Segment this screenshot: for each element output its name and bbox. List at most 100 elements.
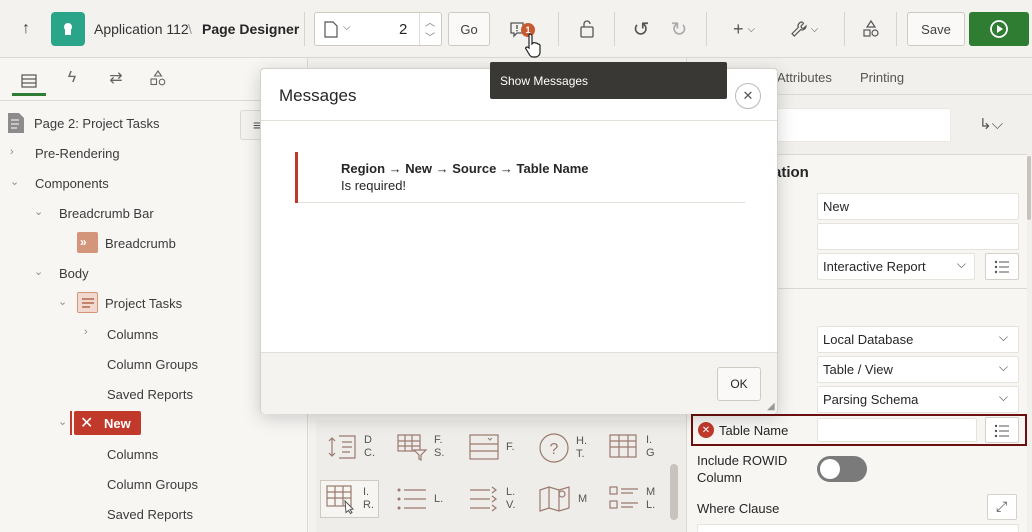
chevron-right-icon[interactable]: › [84,326,88,338]
dialog-body: Region → New → Source → Table Name Is re… [261,122,777,352]
gallery-scrollbar[interactable] [670,464,678,520]
tree-node-saved-reports[interactable]: Saved Reports [107,387,193,402]
utilities-menu-button[interactable]: ⌵ [784,16,824,42]
tree-node-saved-reports[interactable]: Saved Reports [107,507,193,522]
faceted-search-icon [397,434,428,461]
gallery-item[interactable]: F. [468,432,515,462]
toggle-knob [820,459,840,479]
location-select[interactable]: Local Database ⌵ [817,326,1019,353]
tree-node-pre-rendering[interactable]: Pre-Rendering [35,146,120,161]
toolbar-divider [614,12,615,46]
gallery-label: G [646,447,655,459]
tab-rendering[interactable] [12,66,46,96]
code-editor-button[interactable]: ⤢ [987,494,1017,520]
ok-button[interactable]: OK [717,367,761,401]
tab-attributes[interactable]: Attributes [777,70,832,85]
tree-node-column-groups[interactable]: Column Groups [107,477,198,492]
gallery-item[interactable]: M L. [608,484,655,514]
expand-icon: ⤢ [996,498,1008,514]
secondary-input[interactable] [817,223,1019,250]
increment-icon[interactable]: ︿ [425,14,435,29]
save-button[interactable]: Save [907,12,965,46]
stepper-divider [419,13,420,45]
close-icon[interactable]: ✕ [735,83,761,109]
interactive-grid-icon [609,434,637,458]
table-name-picker-button[interactable] [985,417,1019,443]
gallery-label: R. [363,499,374,511]
title-input[interactable]: New [817,193,1019,220]
gallery-item[interactable]: F. S. [396,432,444,462]
list-view-icon [470,486,497,512]
include-rowid-toggle[interactable] [817,456,867,482]
shared-components-tab-icon[interactable] [146,66,170,90]
message-error-bar [295,152,298,203]
go-to-group-icon[interactable]: ↳⌵ [979,115,1003,133]
resize-handle-icon[interactable]: ◢ [767,401,775,412]
source-type-select[interactable]: Table / View ⌵ [817,356,1019,383]
page-selector[interactable]: ⌵ 2 ︿ ﹀ [314,12,442,46]
tree-node-column-groups[interactable]: Column Groups [107,357,198,372]
include-rowid-label-line2: Column [697,470,742,485]
gallery-item[interactable]: M [538,484,587,514]
go-button[interactable]: Go [448,12,490,46]
error-x-icon: ✕ [80,415,94,432]
chevron-down-icon[interactable]: ⌄ [10,175,19,188]
tree-node-columns[interactable]: Columns [107,327,158,342]
chevron-down-icon: ⌵ [998,390,1008,404]
where-clause-editor[interactable] [697,524,1019,532]
double-chevron-icon: » [80,235,87,249]
chevron-down-icon[interactable]: ⌄ [58,295,67,308]
chevron-down-icon[interactable]: ⌄ [34,265,43,278]
breadcrumb-separator: \ [188,21,192,37]
help-text-icon: ? [539,433,569,463]
tree-node-new-selected[interactable]: ✕ New [74,411,141,435]
chevron-down-icon[interactable]: ⌵ [343,22,351,33]
unlock-icon[interactable] [574,16,600,42]
gallery-item-selected[interactable]: I. R. [320,480,379,518]
shared-components-icon[interactable] [858,16,884,42]
tab-printing[interactable]: Printing [860,70,904,85]
chevron-down-icon: ⌵ [810,23,819,35]
list-icon [994,424,1009,438]
dynamic-actions-icon[interactable]: ϟ [60,66,84,90]
up-arrow-icon[interactable]: ↑ [14,17,38,41]
tree-node-breadcrumb-bar[interactable]: Breadcrumb Bar [59,206,154,221]
toolbar-divider [706,12,707,46]
messages-dialog: Messages ✕ Region → New → Source → Table… [260,68,778,414]
panel-scrollbar[interactable] [1027,156,1031,220]
gallery-item[interactable]: L. [396,484,443,514]
run-page-button[interactable] [969,12,1029,46]
list-picker-button[interactable] [985,253,1019,280]
gallery-item[interactable]: L. V. [468,484,515,514]
tree-node-project-tasks[interactable]: Project Tasks [105,296,182,311]
message-item[interactable]: Region → New → Source → Table Name Is re… [295,152,745,203]
toolbar-divider [558,12,559,46]
tree-node-columns[interactable]: Columns [107,447,158,462]
gallery-item[interactable]: I. G [608,432,655,462]
app-name-link[interactable]: Application 112 [94,21,189,37]
type-select[interactable]: Interactive Report ⌵ [817,253,975,280]
chevron-down-icon[interactable]: ⌄ [58,415,67,428]
gallery-item[interactable]: ? H. T. [538,432,587,464]
processing-icon[interactable]: ⇄ [104,66,128,90]
chevron-right-icon[interactable]: › [10,146,14,158]
tree-node-breadcrumb[interactable]: Breadcrumb [105,236,176,251]
undo-icon[interactable]: ↺ [628,16,654,42]
top-toolbar: ↑ Application 112 \ Page Designer ⌵ 2 ︿ … [0,0,1032,58]
svg-text:?: ? [550,441,559,458]
error-indicator [70,411,72,435]
decrement-icon[interactable]: ﹀ [425,29,435,44]
tree-node-components[interactable]: Components [35,176,109,191]
create-menu-button[interactable]: + ⌵ [726,16,762,42]
page-node-label[interactable]: Page 2: Project Tasks [34,116,160,131]
table-name-input[interactable] [817,418,977,442]
page-number-input[interactable]: 2 [399,21,407,38]
chevron-down-icon[interactable]: ⌄ [34,205,43,218]
gallery-item[interactable]: D C. [328,432,375,462]
gallery-label: L. [506,486,516,498]
where-clause-label: Where Clause [697,501,780,516]
tree-node-body[interactable]: Body [59,266,89,281]
app-icon[interactable] [51,12,85,46]
table-owner-select[interactable]: Parsing Schema ⌵ [817,386,1019,413]
redo-icon[interactable]: ↻ [666,16,692,42]
